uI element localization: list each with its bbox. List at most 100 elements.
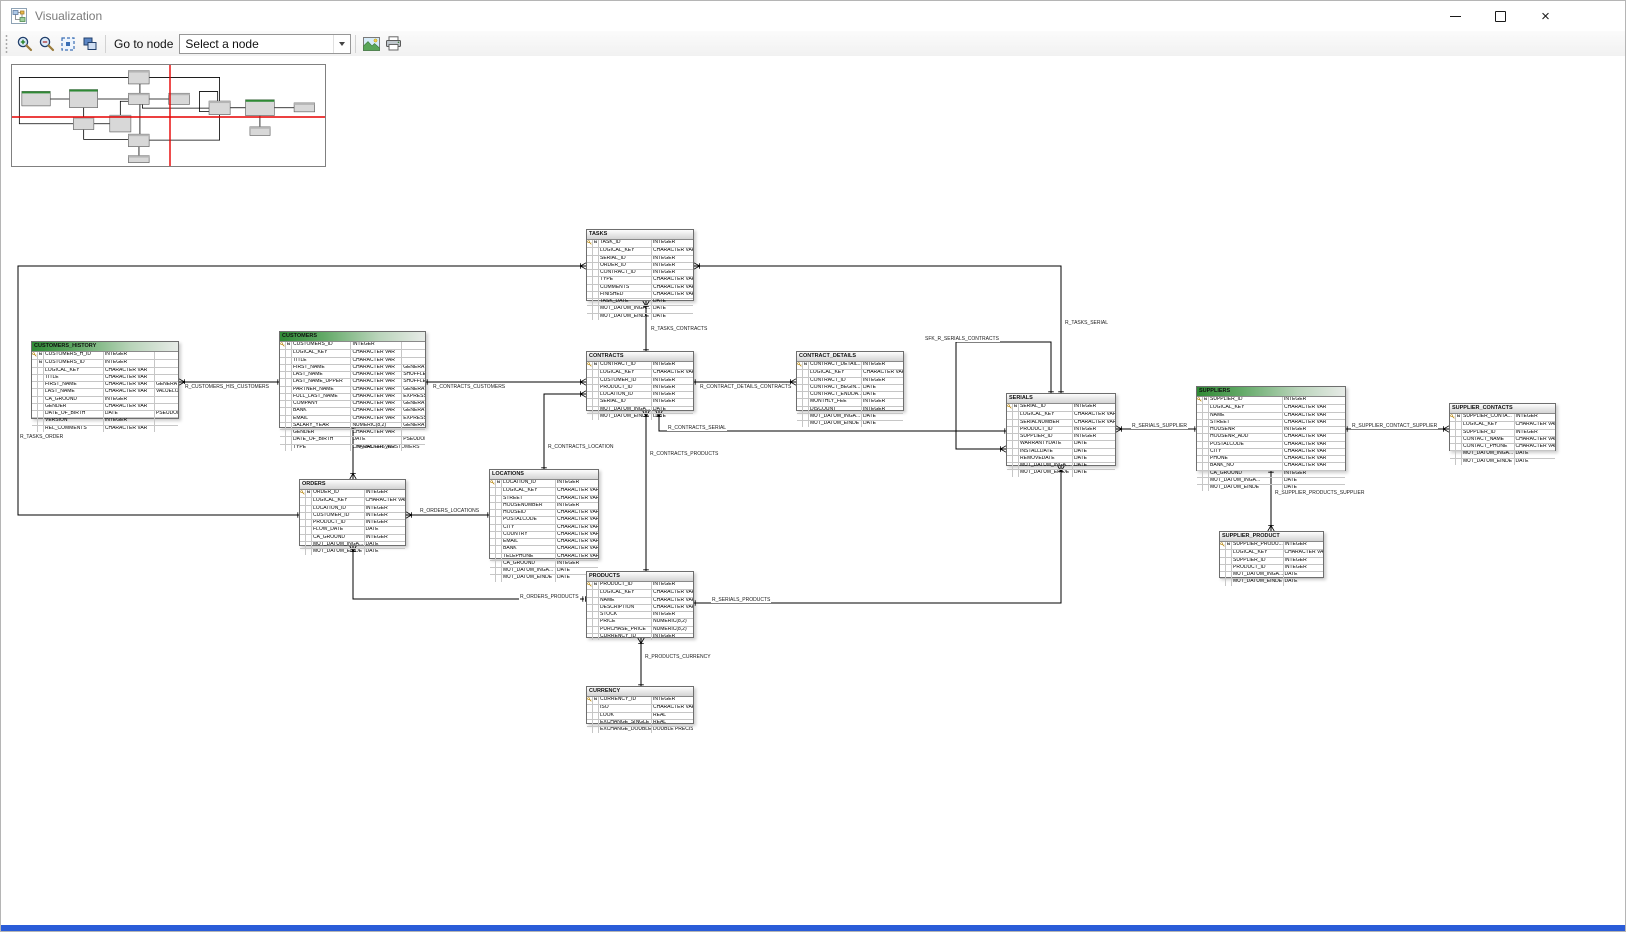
column-name: SALARY_YEAR [292,422,351,429]
table-title: CONTRACTS [587,352,693,362]
print-button[interactable] [382,33,404,54]
entity-table-contracts[interactable]: CONTRACTSNCONTRACT_IDINTEGERLOGICAL_KEYC… [586,351,694,411]
table-row: EMAILCHARACTER VAR [490,538,598,545]
table-row: POSTALCODECHARACTER VAR [490,516,598,523]
table-row: INSTALLDATEDATE [1007,448,1115,455]
column-annotation: GENERATOR & [402,422,425,429]
table-row: MUT_DATUM_INGA...DATE [587,406,693,413]
table-row: LOGICAL_KEYCHARACTER VAR [587,247,693,254]
column-name: CUSTOMERS_ID [292,342,351,349]
column-name: CUSTOMERS_H_ID [44,352,104,359]
column-name: BANK [292,407,351,414]
print-icon [385,36,402,51]
maximize-button[interactable] [1478,1,1523,31]
column-type: INTEGER [556,502,598,509]
table-row: MUT_DATUM_EINDEDATE [1450,458,1555,465]
table-row: LOCATION_IDINTEGER [300,505,405,512]
table-row: LOOKREAL [587,712,693,719]
column-name: SUPPLIER_ID [1019,433,1073,440]
minimize-button[interactable] [1433,1,1478,31]
diagram-canvas[interactable]: TASKSNTASK_IDINTEGERLOGICAL_KEYCHARACTER… [1,56,1625,925]
entity-table-currency[interactable]: CURRENCYNCURRENCY_IDINTEGERISOCHARACTER … [586,686,694,724]
fit-to-window-button[interactable] [57,33,79,54]
relationship-label: SFK_R_SERIALS_CONTRACTS [924,336,1000,342]
table-row: PRODUCT_IDINTEGER [300,519,405,526]
column-type: INTEGER [351,342,402,349]
column-name: LOGICAL_KEY [809,369,862,376]
column-type: DATE [862,384,903,391]
column-type: INTEGER [1283,426,1345,433]
table-row: NSUPPLIER_IDINTEGER [1197,397,1345,404]
column-annotation [155,359,178,366]
table-row: NCUSTOMERS_H_IDINTEGER [32,352,178,359]
table-row: LOGICAL_KEYCHARACTER VAR [490,487,598,494]
minimap-node-header [128,93,149,95]
column-name: MUT_DATUM_INGA... [1019,462,1073,469]
table-row: SERIALNUMBERCHARACTER VAR [1007,419,1115,426]
column-name: CONTRACT_BEGIN... [809,384,862,391]
entity-table-orders[interactable]: ORDERSNORDER_IDINTEGERLOGICAL_KEYCHARACT… [299,479,406,546]
entity-table-suppliers[interactable]: SUPPLIERSNSUPPLIER_IDINTEGERLOGICAL_KEYC… [1196,386,1346,471]
column-type: CHARACTER VAR [104,381,155,388]
column-name: REMOVEDATE [1019,455,1073,462]
table-title: PRODUCTS [587,572,693,582]
column-name: SUPPLIER_CONTA... [1462,414,1515,421]
minimap-node [110,115,131,132]
zoom-out-icon [38,35,55,52]
minimize-icon [1450,16,1461,17]
table-row: FLOW_DATEDATE [300,526,405,533]
bring-to-front-button[interactable] [79,33,101,54]
column-type: DATE [104,410,155,417]
relationship-label: R_TASKS_CONTRACTS [650,326,708,332]
column-name: LOGICAL_KEY [312,497,365,504]
table-row: PHONECHARACTER VAR [1197,455,1345,462]
table-row: EXCHANGE_DOUBLEDOUBLE PRECISI [587,726,693,733]
column-name: LAST_NAME [292,371,351,378]
zoom-out-button[interactable] [35,33,57,54]
column-name: LOOK [599,712,652,719]
close-button[interactable]: × [1523,1,1568,31]
node-selector-combobox[interactable]: Select a node [179,34,351,54]
column-name: SUPPLIER_ID [1232,557,1284,564]
entity-table-supplier_contacts[interactable]: SUPPLIER_CONTACTSNSUPPLIER_CONTA...INTEG… [1449,403,1556,451]
minimap-node [69,90,97,108]
combobox-dropdown-button[interactable] [333,35,350,53]
table-row: CONTRACT_BEGIN...DATE [797,384,903,391]
column-name: ORDER_ID [599,262,652,269]
overview-minimap[interactable] [11,64,326,167]
table-row: STREETCHARACTER VAR [490,495,598,502]
column-name: TASK_DATE [599,298,652,305]
column-type: INTEGER [652,262,693,269]
column-type: CHARACTER VAR [1515,421,1556,428]
table-row: SERIAL_IDINTEGER [587,398,693,405]
column-type: INTEGER [862,362,903,369]
zoom-in-button[interactable] [13,33,35,54]
table-row: DESCRIPTIONCHARACTER VAR [587,604,693,611]
combobox-value: Select a node [180,37,333,51]
table-row: PRODUCT_IDINTEGER [1220,564,1323,571]
table-row: MUT_DATUM_INGA...DATE [1220,571,1323,578]
entity-table-products[interactable]: PRODUCTSNPRODUCT_IDINTEGERLOGICAL_KEYCHA… [586,571,694,638]
table-row: CUSTOMER_IDINTEGER [300,512,405,519]
toolbar-grip[interactable] [4,35,9,53]
relationship-label: R_CONTRACT_DETAILS_CONTRACTS [699,384,792,390]
entity-table-customers[interactable]: CUSTOMERSNCUSTOMERS_IDINTEGERLOGICAL_KEY… [279,331,426,428]
column-type: INTEGER [104,396,155,403]
entity-table-locations[interactable]: LOCATIONSNLOCATION_IDINTEGERLOGICAL_KEYC… [489,469,599,559]
column-type: DATE [862,391,903,398]
table-row: MUT_DATUM_INGA...DATE [490,567,598,574]
column-type: DATE [1073,448,1115,455]
export-image-button[interactable] [360,33,382,54]
entity-table-tasks[interactable]: TASKSNTASK_IDINTEGERLOGICAL_KEYCHARACTER… [586,229,694,301]
relationship-label: R_SERIALS_SUPPLIER [1131,423,1188,429]
table-row: LOGICAL_KEYCHARACTER VAR [1450,421,1555,428]
column-annotation: SHUFFLE & GE [402,378,425,385]
column-name: LOGICAL_KEY [1462,421,1515,428]
entity-table-supplier_product[interactable]: SUPPLIER_PRODUCTNSUPPLIER_PRODU...INTEGE… [1219,531,1324,578]
entity-table-customers_history[interactable]: CUSTOMERS_HISTORYNCUSTOMERS_H_IDINTEGERN… [31,341,179,419]
entity-table-serials[interactable]: SERIALSNSERIAL_IDINTEGERLOGICAL_KEYCHARA… [1006,393,1116,466]
entity-table-contract_details[interactable]: CONTRACT_DETAILSNCONTRACT_DETAIL...INTEG… [796,351,904,411]
column-annotation [402,349,425,356]
column-type: INTEGER [1284,557,1324,564]
table-row: STREETCHARACTER VAR [1197,419,1345,426]
